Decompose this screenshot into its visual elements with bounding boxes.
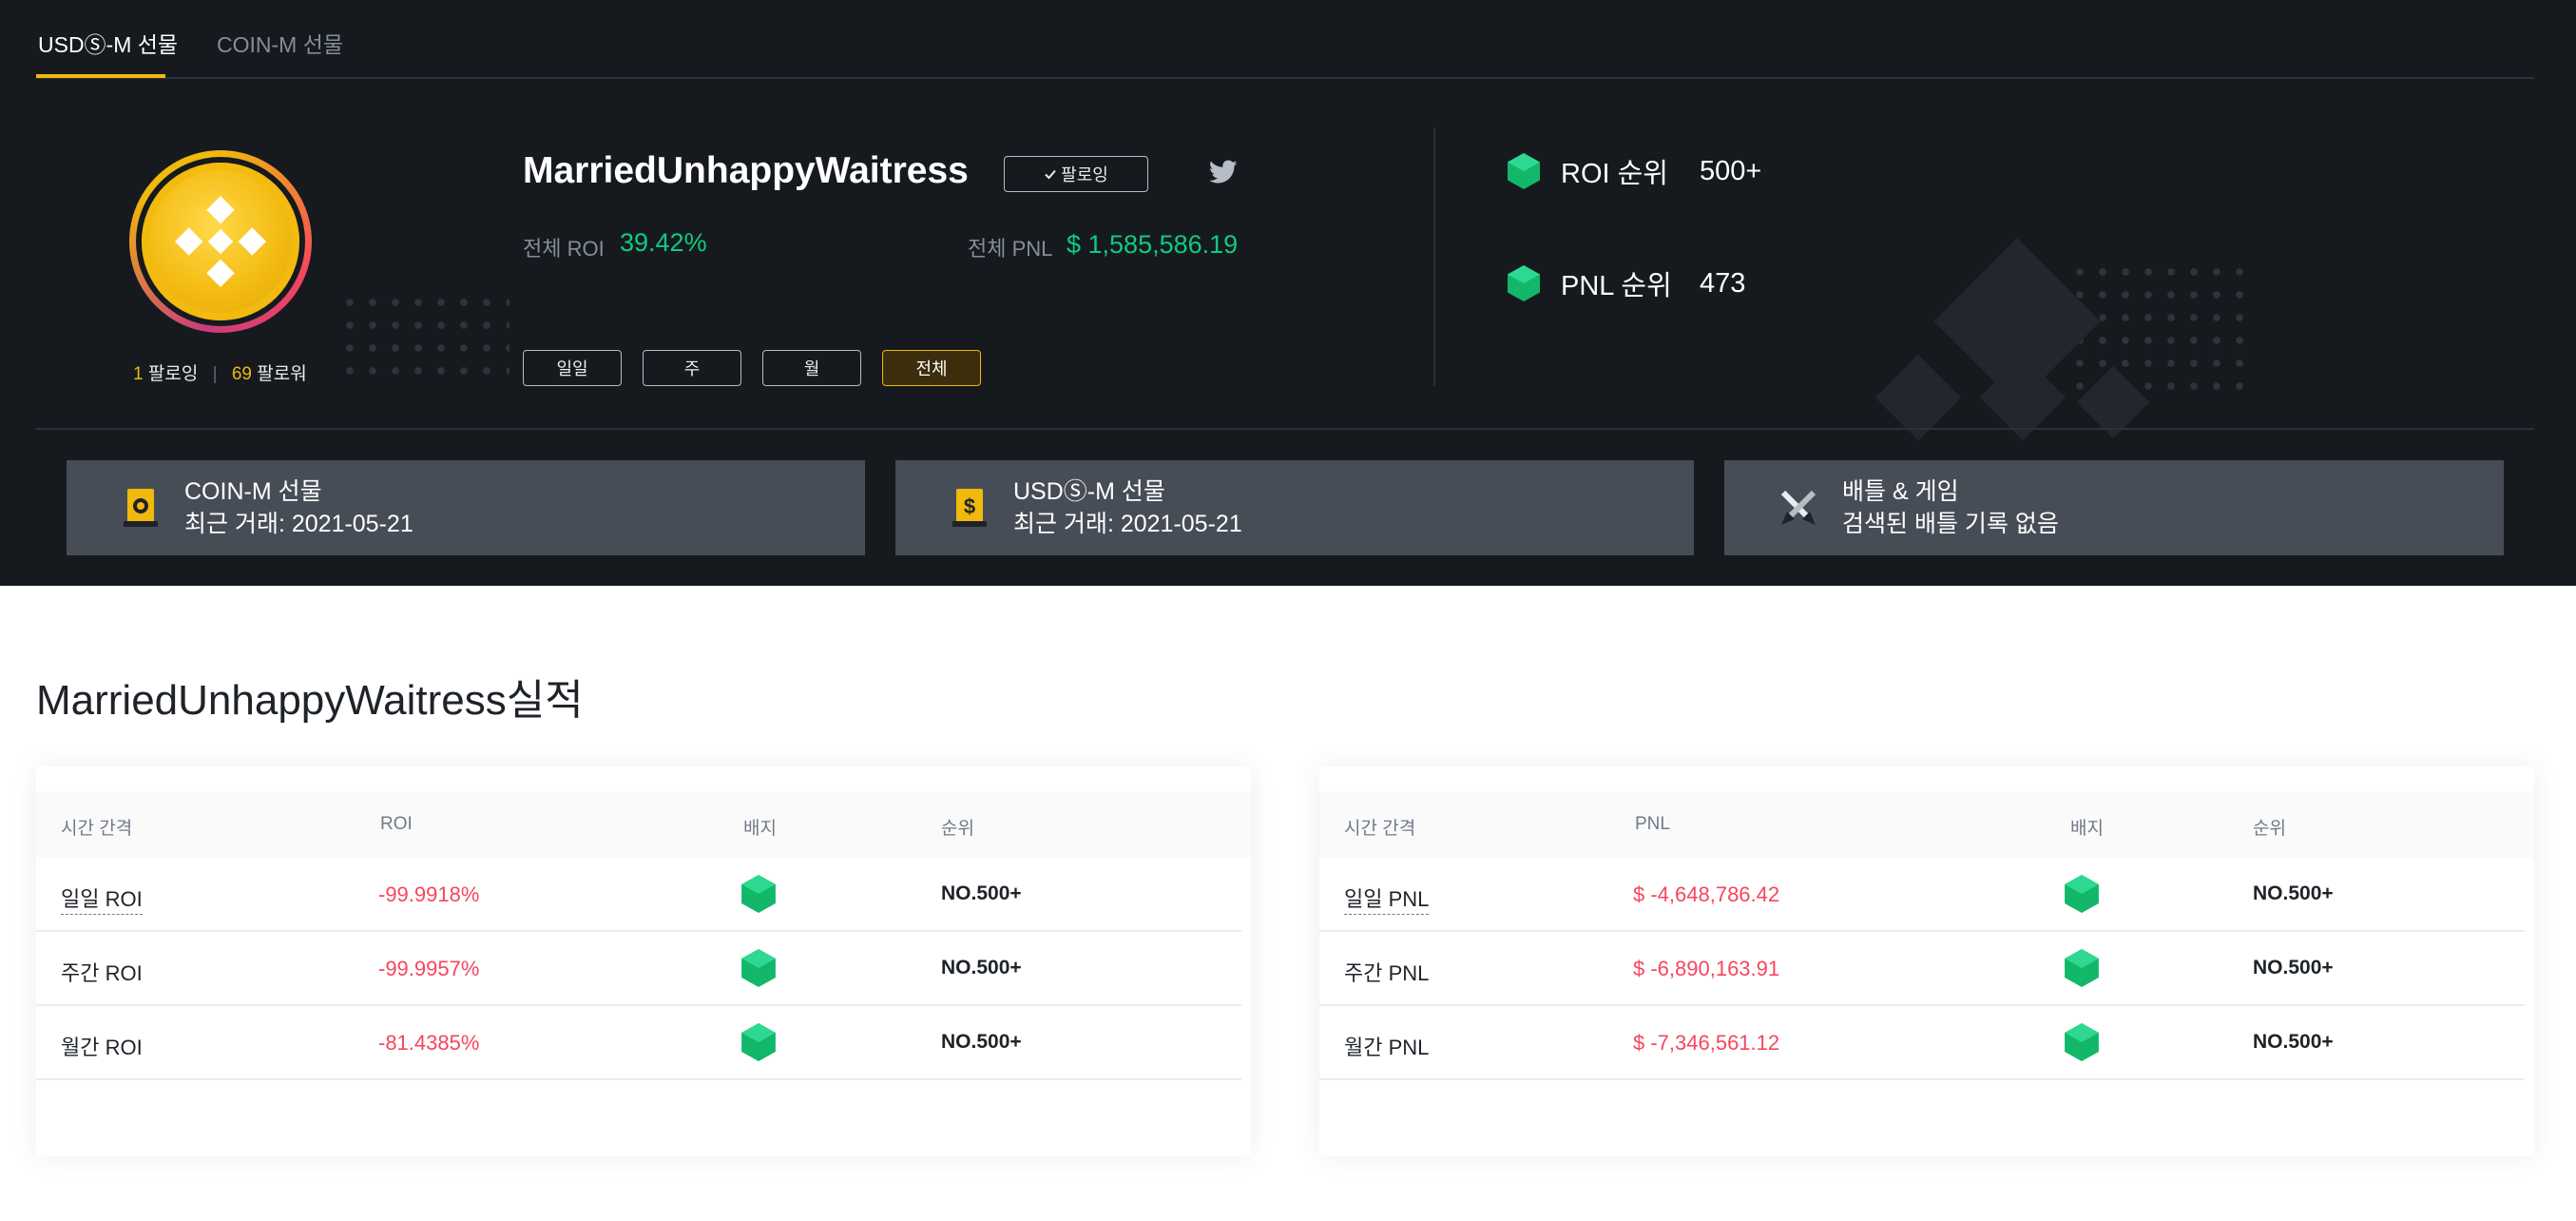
roi-value: -99.9957% (378, 957, 480, 980)
period-all-button[interactable]: 전체 (882, 350, 981, 386)
usds-m-futures-icon: $ (949, 487, 990, 529)
row-label: 월간 ROI (61, 1036, 143, 1059)
tab-usds-m-futures[interactable]: USDⓈ-M 선물 (38, 27, 178, 59)
divider (1433, 127, 1435, 386)
column-header: 시간 간격 (1344, 819, 1416, 839)
usds-m-futures-card[interactable]: $ USDⓈ-M 선물 최근 거래: 2021-05-21 (895, 460, 1694, 555)
rank-value: NO.500+ (2253, 1031, 2334, 1053)
tab-coin-m-futures[interactable]: COIN-M 선물 (217, 27, 343, 59)
decorative-dots-left (338, 291, 509, 386)
battle-swords-icon (1778, 487, 1819, 529)
card-title: 배틀 & 게임 (1842, 478, 1959, 505)
rank-value: NO.500+ (941, 882, 1022, 904)
badge-hexagon-icon (2065, 875, 2099, 913)
table-row: 주간 ROI -99.9957% NO.500+ (36, 932, 1241, 1006)
total-pnl-value: $ 1,585,586.19 (1067, 230, 1239, 259)
badge-hexagon-icon (741, 875, 776, 913)
coin-m-futures-icon (120, 487, 162, 529)
following-count: 1 (133, 364, 144, 384)
following-button-label: 팔로잉 (1061, 165, 1108, 184)
rank-value: NO.500+ (2253, 882, 2334, 904)
badge-hexagon-icon (2065, 1023, 2099, 1061)
followers-label[interactable]: 팔로워 (257, 364, 306, 384)
badge-hexagon-icon (741, 949, 776, 987)
card-title: COIN-M 선물 (184, 478, 322, 505)
column-header: PNL (1635, 814, 1670, 834)
badge-hexagon-icon (1508, 265, 1540, 301)
svg-text:$: $ (964, 494, 975, 518)
card-title: USDⓈ-M 선물 (1013, 478, 1165, 505)
card-subtitle: 최근 거래: 2021-05-21 (1013, 511, 1242, 537)
table-row: 월간 ROI -81.4385% NO.500+ (36, 1006, 1241, 1080)
followers-count: 69 (231, 364, 252, 384)
divider (36, 428, 2534, 430)
table-header: 시간 간격 ROI 배지 순위 (36, 791, 1251, 858)
pnl-performance-table: 시간 간격 PNL 배지 순위 일일 PNL $ -4,648,786.42 N… (1319, 766, 2534, 1156)
period-daily-button[interactable]: 일일 (523, 350, 622, 386)
table-row: 월간 PNL $ -7,346,561.12 NO.500+ (1319, 1006, 2525, 1080)
column-header: 배지 (2070, 819, 2104, 839)
row-label[interactable]: 일일 ROI (61, 882, 143, 915)
row-label: 주간 ROI (61, 961, 143, 985)
pnl-value: $ -7,346,561.12 (1633, 1031, 1780, 1055)
table-row: 일일 PNL $ -4,648,786.42 NO.500+ (1319, 858, 2525, 932)
card-subtitle: 검색된 배틀 기록 없음 (1842, 511, 2059, 537)
pnl-rank-value: 473 (1700, 267, 1746, 299)
username: MarriedUnhappyWaitress (523, 150, 969, 191)
pnl-value: $ -6,890,163.91 (1633, 957, 1780, 980)
row-label: 주간 PNL (1344, 961, 1430, 985)
card-subtitle: 최근 거래: 2021-05-21 (184, 511, 413, 537)
table-row: 주간 PNL $ -6,890,163.91 NO.500+ (1319, 932, 2525, 1006)
badge-hexagon-icon (741, 1023, 776, 1061)
badge-hexagon-icon (1508, 153, 1540, 189)
roi-rank: ROI 순위 500+ (1508, 152, 1761, 190)
follow-stats: 1 팔로잉 | 69 팔로워 (133, 364, 307, 384)
row-label[interactable]: 일일 PNL (1344, 882, 1430, 915)
coin-m-futures-card[interactable]: COIN-M 선물 최근 거래: 2021-05-21 (67, 460, 865, 555)
rank-value: NO.500+ (2253, 957, 2334, 979)
binance-logo-icon (175, 196, 266, 287)
pnl-value: $ -4,648,786.42 (1633, 882, 1780, 906)
battle-game-card[interactable]: 배틀 & 게임 검색된 배틀 기록 없음 (1724, 460, 2504, 555)
roi-value: -81.4385% (378, 1031, 480, 1055)
roi-rank-label: ROI 순위 (1561, 159, 1668, 189)
total-roi-value: 39.42% (620, 228, 707, 257)
following-button[interactable]: 팔로잉 (1004, 156, 1148, 192)
profile-header: USDⓈ-M 선물 COIN-M 선물 1 팔로잉 | 69 팔로워 Marri… (0, 0, 2576, 586)
roi-value: -99.9918% (378, 882, 480, 906)
table-row: 일일 ROI -99.9918% NO.500+ (36, 858, 1241, 932)
column-header: 순위 (941, 819, 974, 839)
twitter-icon[interactable] (1209, 160, 1238, 189)
table-header: 시간 간격 PNL 배지 순위 (1319, 791, 2534, 858)
total-pnl-label: 전체 PNL (968, 237, 1053, 261)
roi-rank-value: 500+ (1700, 155, 1762, 186)
performance-title: MarriedUnhappyWaitress실적 (36, 677, 584, 724)
pnl-rank-label: PNL 순위 (1561, 271, 1672, 301)
futures-tabs: USDⓈ-M 선물 COIN-M 선물 (36, 0, 2534, 79)
row-label: 월간 PNL (1344, 1036, 1430, 1059)
active-tab-indicator (36, 74, 165, 78)
column-header: 순위 (2253, 819, 2286, 839)
avatar (129, 150, 312, 333)
roi-performance-table: 시간 간격 ROI 배지 순위 일일 ROI -99.9918% NO.500+… (36, 766, 1251, 1156)
period-weekly-button[interactable]: 주 (643, 350, 741, 386)
rank-value: NO.500+ (941, 957, 1022, 979)
column-header: 시간 간격 (61, 819, 133, 839)
badge-hexagon-icon (2065, 949, 2099, 987)
column-header: ROI (380, 814, 413, 834)
period-monthly-button[interactable]: 월 (762, 350, 861, 386)
pnl-rank: PNL 순위 473 (1508, 264, 1745, 302)
column-header: 배지 (743, 819, 777, 839)
total-roi-label: 전체 ROI (523, 237, 605, 261)
rank-value: NO.500+ (941, 1031, 1022, 1053)
following-label[interactable]: 팔로잉 (148, 364, 198, 384)
check-icon (1045, 169, 1056, 180)
